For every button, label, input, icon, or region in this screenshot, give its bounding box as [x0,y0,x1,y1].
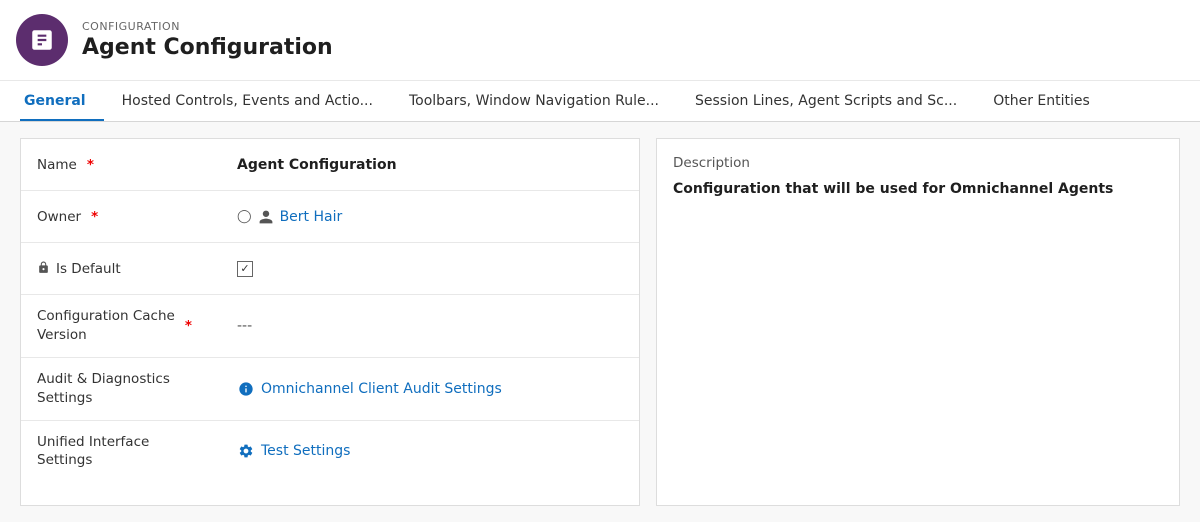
owner-value: ◯ Bert Hair [237,209,623,225]
config-icon [29,27,55,53]
field-label-owner: Owner * [37,209,237,225]
required-indicator-config-cache: * [185,318,192,334]
field-value-is-default: ✓ [237,261,623,277]
field-value-unified: Test Settings [237,442,623,460]
field-row-audit: Audit & DiagnosticsSettings Omnichannel … [21,358,639,421]
page-icon [16,14,68,66]
field-label-is-default: Is Default [37,261,237,277]
label-text-owner: Owner [37,209,81,225]
audit-link[interactable]: Omnichannel Client Audit Settings [237,380,623,398]
description-label: Description [673,155,1163,171]
audit-link-icon [237,380,255,398]
label-text-name: Name [37,157,77,173]
is-default-checkbox[interactable]: ✓ [237,261,623,277]
header-subtitle: CONFIGURATION [82,20,333,33]
field-label-config-cache: Configuration CacheVersion * [37,307,237,345]
header-text: CONFIGURATION Agent Configuration [82,20,333,60]
unified-link-icon [237,442,255,460]
owner-name[interactable]: Bert Hair [280,209,343,225]
field-row-unified: Unified InterfaceSettings Test Settings [21,421,639,483]
tab-toolbars[interactable]: Toolbars, Window Navigation Rule... [391,81,677,121]
owner-person-icon [258,209,274,225]
field-value-config-cache: --- [237,318,623,334]
required-indicator-owner: * [91,209,98,225]
description-value: Configuration that will be used for Omni… [673,181,1163,197]
owner-system-icon: ◯ [237,209,252,224]
field-label-unified: Unified InterfaceSettings [37,433,237,471]
main-content: Name * Agent Configuration Owner * ◯ Ber… [0,122,1200,522]
field-row-is-default: Is Default ✓ [21,243,639,295]
field-value-owner: ◯ Bert Hair [237,209,623,225]
label-text-audit: Audit & DiagnosticsSettings [37,370,170,408]
required-indicator-name: * [87,157,94,173]
page-header: CONFIGURATION Agent Configuration [0,0,1200,81]
tab-other-entities[interactable]: Other Entities [975,81,1108,121]
field-value-name: Agent Configuration [237,157,623,173]
field-label-name: Name * [37,157,237,173]
header-title: Agent Configuration [82,35,333,60]
unified-link-text: Test Settings [261,443,350,459]
tab-general[interactable]: General [20,81,104,121]
tab-hosted-controls[interactable]: Hosted Controls, Events and Actio... [104,81,391,121]
field-row-owner: Owner * ◯ Bert Hair [21,191,639,243]
unified-link[interactable]: Test Settings [237,442,623,460]
field-row-config-cache: Configuration CacheVersion * --- [21,295,639,358]
label-text-unified: Unified InterfaceSettings [37,433,149,471]
checkbox-checkmark: ✓ [237,261,253,277]
audit-link-text: Omnichannel Client Audit Settings [261,381,502,397]
tab-bar: General Hosted Controls, Events and Acti… [0,81,1200,122]
tab-session-lines[interactable]: Session Lines, Agent Scripts and Sc... [677,81,975,121]
lock-icon [37,261,50,277]
form-panel: Name * Agent Configuration Owner * ◯ Ber… [20,138,640,506]
label-text-is-default: Is Default [56,261,121,277]
label-text-config-cache: Configuration CacheVersion [37,307,175,345]
field-label-audit: Audit & DiagnosticsSettings [37,370,237,408]
field-row-name: Name * Agent Configuration [21,139,639,191]
field-value-audit: Omnichannel Client Audit Settings [237,380,623,398]
description-panel: Description Configuration that will be u… [656,138,1180,506]
